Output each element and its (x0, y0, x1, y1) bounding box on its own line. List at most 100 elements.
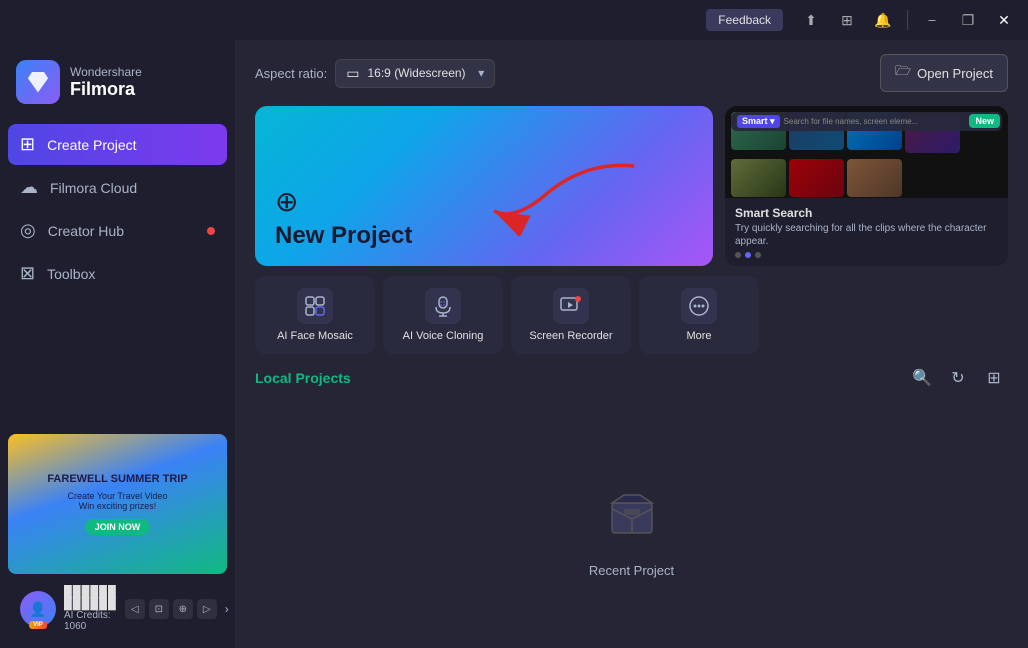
creator-hub-label: Creator Hub (48, 223, 124, 239)
user-actions: ◁ ⊡ ⊕ ▷ (125, 599, 217, 619)
promo-title: FAREWELL SUMMER TRIP (47, 473, 187, 486)
local-projects: Local Projects 🔍 ↻ ⊞ (235, 364, 1028, 648)
sidebar-item-toolbox[interactable]: ⊠ Toolbox (8, 253, 227, 294)
user-bar[interactable]: 👤 VIP ██████ ██████ AI Credits: 1060 ◁ ⊡… (8, 578, 227, 640)
filmora-cloud-label: Filmora Cloud (50, 180, 137, 196)
cards-row: ⊕ New Project (235, 106, 1028, 266)
user-action-1[interactable]: ◁ (125, 599, 145, 619)
aspect-label: Aspect ratio: (255, 66, 327, 81)
user-info: ██████ ██████ AI Credits: 1060 (64, 586, 117, 632)
ai-face-mosaic-icon (297, 288, 333, 324)
user-avatar: 👤 VIP (20, 591, 56, 627)
ss-search-bar[interactable]: Smart ▾ Search for file names, screen el… (731, 112, 1002, 131)
grid-icon[interactable]: ⊞ (831, 4, 863, 36)
ai-voice-cloning-label: AI Voice Cloning (403, 330, 484, 342)
aspect-value: 16:9 (Widescreen) (368, 66, 466, 80)
nav-items: ⊞ Create Project ☁ Filmora Cloud ◎ Creat… (0, 124, 235, 294)
sidebar-bottom: FAREWELL SUMMER TRIP Create Your Travel … (0, 426, 235, 648)
separator (907, 10, 908, 30)
bell-icon[interactable]: 🔔 (867, 4, 899, 36)
create-project-label: Create Project (47, 137, 136, 153)
dot-3[interactable] (755, 252, 761, 258)
smart-search-desc: Try quickly searching for all the clips … (735, 222, 998, 248)
refresh-projects-button[interactable]: ↻ (944, 364, 972, 392)
user-name: ██████ ██████ (64, 586, 117, 610)
ai-voice-cloning-icon (425, 288, 461, 324)
logo-text: Wondershare Filmora (70, 65, 142, 100)
content-area: Aspect ratio: ▭ 16:9 (Widescreen) ▾ 🗁 Op… (235, 40, 1028, 648)
smart-search-card: Smart ▾ Search for file names, screen el… (725, 106, 1008, 266)
toolbox-icon: ⊠ (20, 263, 35, 284)
upload-icon[interactable]: ⬆ (795, 4, 827, 36)
empty-state: Recent Project (255, 400, 1008, 648)
product-label: Filmora (70, 79, 142, 100)
screen-recorder-icon (553, 288, 589, 324)
promo-content: FAREWELL SUMMER TRIP Create Your Travel … (39, 465, 195, 542)
ss-thumb-5 (731, 159, 786, 197)
user-action-4[interactable]: ▷ (197, 599, 217, 619)
ss-thumb-6 (789, 159, 844, 197)
aspect-ratio-icon: ▭ (346, 65, 359, 82)
ss-info: Smart Search Try quickly searching for a… (725, 198, 1008, 266)
toolbox-label: Toolbox (47, 266, 95, 282)
promo-join-btn[interactable]: JOIN NOW (85, 519, 151, 535)
close-button[interactable]: ✕ (988, 4, 1020, 36)
promo-sub: Create Your Travel Video Win exciting pr… (68, 491, 168, 511)
create-project-icon: ⊞ (20, 134, 35, 155)
screen-recorder-label: Screen Recorder (529, 330, 612, 342)
open-project-label: Open Project (917, 66, 993, 81)
feedback-button[interactable]: Feedback (706, 9, 783, 31)
tool-more[interactable]: More (639, 276, 759, 354)
new-badge: New (969, 114, 1000, 128)
new-project-content: ⊕ New Project (275, 185, 412, 250)
local-actions: 🔍 ↻ ⊞ (908, 364, 1008, 392)
promo-banner-inner: FAREWELL SUMMER TRIP Create Your Travel … (8, 434, 227, 574)
open-project-button[interactable]: 🗁 Open Project (880, 54, 1008, 92)
empty-label: Recent Project (589, 563, 674, 578)
smart-search-title: Smart Search (735, 206, 998, 220)
content-topbar: Aspect ratio: ▭ 16:9 (Widescreen) ▾ 🗁 Op… (235, 40, 1028, 106)
minimize-button[interactable]: − (916, 4, 948, 36)
tool-ai-voice-cloning[interactable]: AI Voice Cloning (383, 276, 503, 354)
dropdown-chevron-icon: ▾ (478, 66, 484, 80)
main-layout: Wondershare Filmora ⊞ Create Project ☁ F… (0, 40, 1028, 648)
tool-screen-recorder[interactable]: Screen Recorder (511, 276, 631, 354)
creator-hub-dot (207, 227, 215, 235)
aspect-dropdown[interactable]: ▭ 16:9 (Widescreen) ▾ (335, 59, 495, 88)
ss-dots (735, 252, 998, 258)
logo-area: Wondershare Filmora (0, 48, 235, 124)
more-label: More (686, 330, 711, 342)
sidebar-item-create-project[interactable]: ⊞ Create Project (8, 124, 227, 165)
smart-badge: Smart ▾ (737, 115, 780, 128)
restore-button[interactable]: ❐ (952, 4, 984, 36)
new-project-plus-icon: ⊕ (275, 185, 412, 218)
logo-icon (16, 60, 60, 104)
ss-thumb-7 (847, 159, 902, 197)
aspect-ratio-selector: Aspect ratio: ▭ 16:9 (Widescreen) ▾ (255, 59, 495, 88)
ai-face-mosaic-label: AI Face Mosaic (277, 330, 353, 342)
sidebar-item-filmora-cloud[interactable]: ☁ Filmora Cloud (8, 167, 227, 208)
dot-2[interactable] (745, 252, 751, 258)
promo-banner[interactable]: FAREWELL SUMMER TRIP Create Your Travel … (8, 434, 227, 574)
empty-box-icon (592, 471, 672, 551)
user-action-2[interactable]: ⊡ (149, 599, 169, 619)
dot-1[interactable] (735, 252, 741, 258)
more-icon (681, 288, 717, 324)
sidebar-item-creator-hub[interactable]: ◎ Creator Hub (8, 210, 227, 251)
sidebar: Wondershare Filmora ⊞ Create Project ☁ F… (0, 40, 235, 648)
ss-search-placeholder: Search for file names, screen eleme... (784, 117, 919, 126)
creator-hub-icon: ◎ (20, 220, 36, 241)
folder-icon: 🗁 (895, 62, 911, 84)
search-projects-button[interactable]: 🔍 (908, 364, 936, 392)
ss-preview: Smart ▾ Search for file names, screen el… (725, 106, 1008, 198)
local-projects-title: Local Projects (255, 370, 351, 386)
grid-view-button[interactable]: ⊞ (980, 364, 1008, 392)
arrow-decoration (464, 156, 644, 236)
vip-badge: VIP (29, 621, 47, 629)
filmora-cloud-icon: ☁ (20, 177, 38, 198)
new-project-card[interactable]: ⊕ New Project (255, 106, 713, 266)
tool-ai-face-mosaic[interactable]: AI Face Mosaic (255, 276, 375, 354)
tools-row: AI Face Mosaic AI Voice Cloning (235, 266, 1028, 364)
user-action-3[interactable]: ⊕ (173, 599, 193, 619)
title-bar: Feedback ⬆ ⊞ 🔔 − ❐ ✕ (0, 0, 1028, 40)
